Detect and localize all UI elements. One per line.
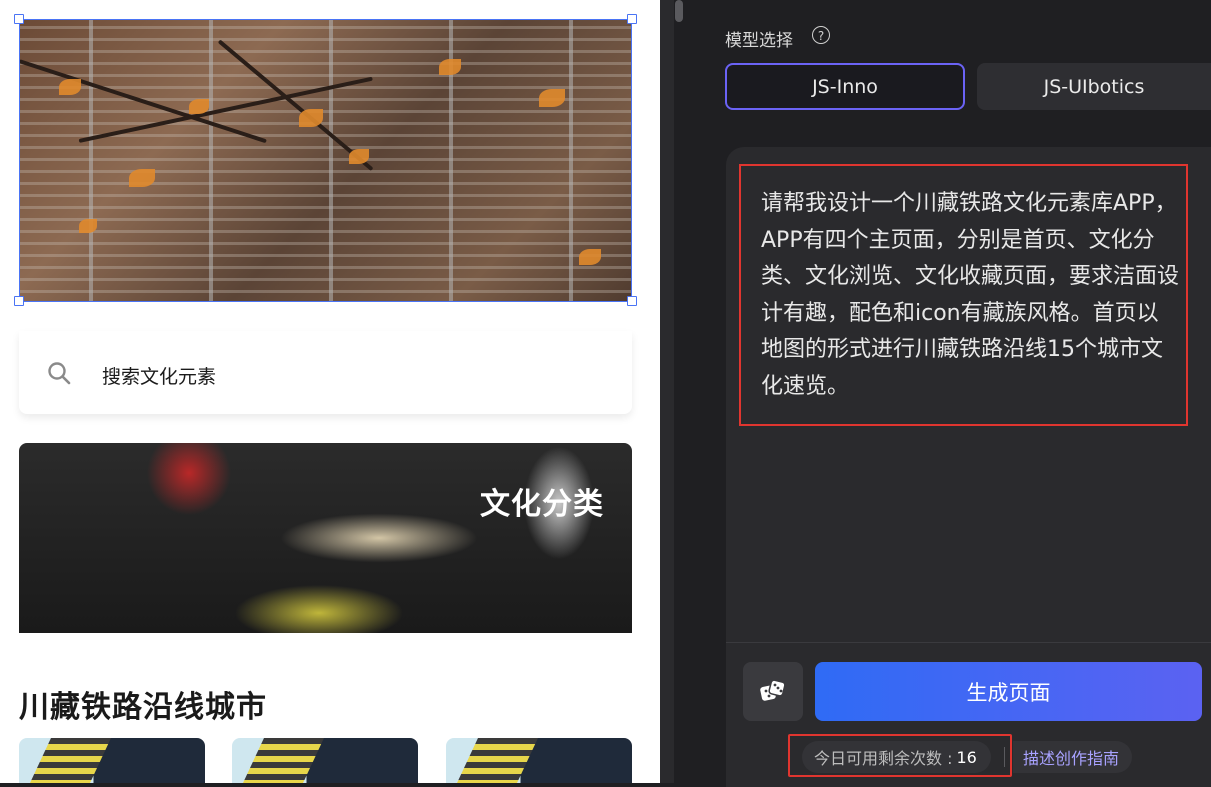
hero-image[interactable] bbox=[19, 19, 632, 302]
help-icon[interactable]: ? bbox=[812, 26, 830, 44]
culture-category-label: 文化分类 bbox=[480, 487, 604, 522]
resize-handle-bottom-left[interactable] bbox=[14, 296, 24, 306]
prompt-highlight-box: 请帮我设计一个川藏铁路文化元素库APP，APP有四个主页面，分别是首页、文化分类… bbox=[739, 164, 1188, 426]
ai-generate-panel: 模型选择 ? JS-Inno JS-UIbotics 请帮我设计一个川藏铁路文化… bbox=[690, 0, 1211, 787]
dice-icon bbox=[760, 678, 786, 701]
model-select-label: 模型选择 bbox=[725, 31, 793, 51]
card-divider bbox=[726, 642, 1211, 643]
scrollbar-thumb[interactable] bbox=[675, 0, 683, 22]
search-icon bbox=[48, 362, 71, 385]
resize-handle-bottom-right[interactable] bbox=[627, 296, 637, 306]
city-card[interactable] bbox=[446, 738, 632, 783]
city-card[interactable] bbox=[232, 738, 418, 783]
prompt-guide-link[interactable]: 描述创作指南 bbox=[1013, 741, 1133, 773]
model-option-js-uibotics[interactable]: JS-UIbotics bbox=[977, 63, 1211, 110]
generate-page-button[interactable]: 生成页面 bbox=[815, 662, 1202, 721]
resize-handle-top-left[interactable] bbox=[14, 14, 24, 24]
culture-category-banner[interactable]: 文化分类 bbox=[19, 443, 632, 633]
model-option-js-inno[interactable]: JS-Inno bbox=[725, 63, 965, 110]
section-title: 川藏铁路沿线城市 bbox=[19, 690, 267, 725]
prompt-input[interactable]: 请帮我设计一个川藏铁路文化元素库APP，APP有四个主页面，分别是首页、文化分类… bbox=[761, 186, 1179, 405]
random-prompt-button[interactable] bbox=[743, 662, 803, 721]
city-card[interactable] bbox=[19, 738, 205, 783]
design-canvas: 搜索文化元素 文化分类 川藏铁路沿线城市 bbox=[0, 0, 660, 783]
panel-divider bbox=[660, 0, 674, 783]
resize-handle-top-right[interactable] bbox=[627, 14, 637, 24]
search-placeholder: 搜索文化元素 bbox=[102, 366, 217, 388]
search-bar[interactable]: 搜索文化元素 bbox=[19, 331, 632, 414]
quota-highlight-box bbox=[788, 734, 1012, 777]
prompt-card: 请帮我设计一个川藏铁路文化元素库APP，APP有四个主页面，分别是首页、文化分类… bbox=[726, 147, 1211, 787]
